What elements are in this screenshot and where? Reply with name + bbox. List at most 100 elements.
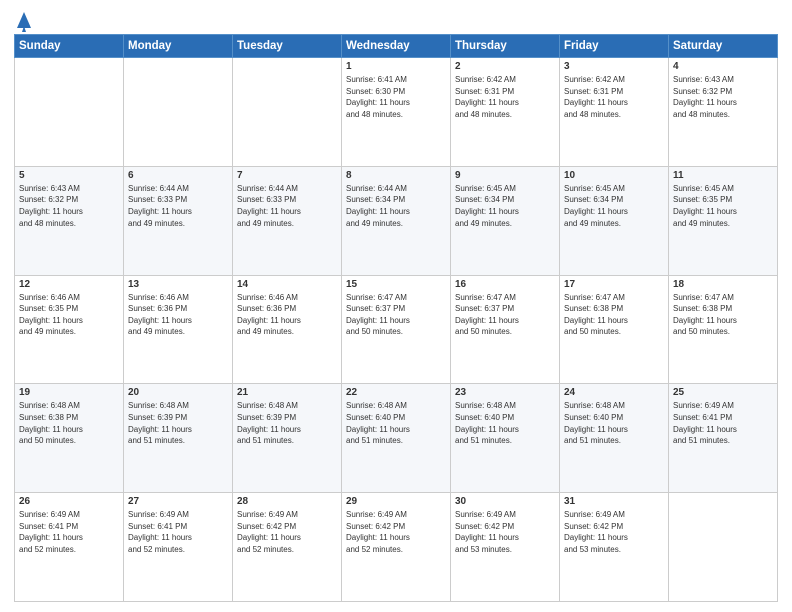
calendar-cell: 29 Sunrise: 6:49 AMSunset: 6:42 PMDayligh… — [342, 493, 451, 602]
calendar-cell: 18 Sunrise: 6:47 AMSunset: 6:38 PMDayligh… — [669, 275, 778, 384]
day-number: 3 — [564, 61, 664, 72]
calendar-header-row: SundayMondayTuesdayWednesdayThursdayFrid… — [15, 35, 778, 58]
calendar-cell: 21Sunrise: 6:48 AMSunset: 6:39 PMDayligh… — [233, 384, 342, 493]
calendar-cell: 17 Sunrise: 6:47 AMSunset: 6:38 PMDayligh… — [560, 275, 669, 384]
day-info: Sunrise: 6:45 AMSunset: 6:35 PMDaylight:… — [673, 183, 773, 229]
calendar-cell: 19 Sunrise: 6:48 AMSunset: 6:38 PMDayligh… — [15, 384, 124, 493]
day-info: Sunrise: 6:44 AMSunset: 6:34 PMDaylight:… — [346, 183, 446, 229]
day-info: Sunrise: 6:48 AMSunset: 6:40 PMDaylight:… — [346, 400, 446, 446]
calendar-cell — [233, 58, 342, 167]
calendar-dow-wednesday: Wednesday — [342, 35, 451, 58]
calendar-cell: 10 Sunrise: 6:45 AMSunset: 6:34 PMDayligh… — [560, 166, 669, 275]
day-info: Sunrise: 6:43 AMSunset: 6:32 PMDaylight:… — [19, 183, 119, 229]
calendar-cell: 4Sunrise: 6:43 AMSunset: 6:32 PMDaylight… — [669, 58, 778, 167]
day-number: 30 — [455, 496, 555, 507]
calendar-cell: 6 Sunrise: 6:44 AMSunset: 6:33 PMDaylight… — [124, 166, 233, 275]
day-number: 23 — [455, 387, 555, 398]
logo-icon — [15, 10, 33, 32]
day-info: Sunrise: 6:47 AMSunset: 6:38 PMDaylight:… — [564, 292, 664, 338]
day-number: 12 — [19, 279, 119, 290]
calendar-cell: 2 Sunrise: 6:42 AMSunset: 6:31 PMDaylight… — [451, 58, 560, 167]
day-info: Sunrise: 6:49 AMSunset: 6:41 PMDaylight:… — [128, 509, 228, 555]
calendar-dow-saturday: Saturday — [669, 35, 778, 58]
calendar-dow-friday: Friday — [560, 35, 669, 58]
calendar-cell: 25 Sunrise: 6:49 AMSunset: 6:41 PMDayligh… — [669, 384, 778, 493]
day-info: Sunrise: 6:48 AMSunset: 6:40 PMDaylight:… — [455, 400, 555, 446]
day-number: 22 — [346, 387, 446, 398]
calendar-cell: 27 Sunrise: 6:49 AMSunset: 6:41 PMDayligh… — [124, 493, 233, 602]
day-info: Sunrise: 6:41 AMSunset: 6:30 PMDaylight:… — [346, 74, 446, 120]
day-number: 26 — [19, 496, 119, 507]
calendar-cell: 1 Sunrise: 6:41 AMSunset: 6:30 PMDaylight… — [342, 58, 451, 167]
calendar-cell: 22 Sunrise: 6:48 AMSunset: 6:40 PMDayligh… — [342, 384, 451, 493]
day-number: 17 — [564, 279, 664, 290]
day-info: Sunrise: 6:47 AMSunset: 6:37 PMDaylight:… — [455, 292, 555, 338]
day-info: Sunrise: 6:46 AMSunset: 6:36 PMDaylight:… — [128, 292, 228, 338]
day-info: Sunrise: 6:46 AMSunset: 6:36 PMDaylight:… — [237, 292, 337, 338]
day-number: 20 — [128, 387, 228, 398]
calendar-cell: 13 Sunrise: 6:46 AMSunset: 6:36 PMDayligh… — [124, 275, 233, 384]
day-info: Sunrise: 6:49 AMSunset: 6:41 PMDaylight:… — [673, 400, 773, 446]
day-number: 11 — [673, 170, 773, 181]
day-number: 21 — [237, 387, 337, 398]
day-info: Sunrise: 6:48 AMSunset: 6:40 PMDaylight:… — [564, 400, 664, 446]
calendar-cell: 11 Sunrise: 6:45 AMSunset: 6:35 PMDayligh… — [669, 166, 778, 275]
day-number: 13 — [128, 279, 228, 290]
day-info: Sunrise: 6:42 AMSunset: 6:31 PMDaylight:… — [564, 74, 664, 120]
header — [14, 10, 778, 28]
calendar-cell: 31 Sunrise: 6:49 AMSunset: 6:42 PMDayligh… — [560, 493, 669, 602]
day-info: Sunrise: 6:48 AMSunset: 6:39 PMDaylight:… — [128, 400, 228, 446]
calendar-cell: 23 Sunrise: 6:48 AMSunset: 6:40 PMDayligh… — [451, 384, 560, 493]
day-number: 10 — [564, 170, 664, 181]
day-number: 18 — [673, 279, 773, 290]
day-info: Sunrise: 6:49 AMSunset: 6:42 PMDaylight:… — [346, 509, 446, 555]
calendar-dow-thursday: Thursday — [451, 35, 560, 58]
calendar-cell: 20 Sunrise: 6:48 AMSunset: 6:39 PMDayligh… — [124, 384, 233, 493]
calendar-week-row: 5 Sunrise: 6:43 AMSunset: 6:32 PMDaylight… — [15, 166, 778, 275]
calendar-week-row: 19 Sunrise: 6:48 AMSunset: 6:38 PMDayligh… — [15, 384, 778, 493]
day-info: Sunrise: 6:47 AMSunset: 6:38 PMDaylight:… — [673, 292, 773, 338]
day-info: Sunrise: 6:49 AMSunset: 6:41 PMDaylight:… — [19, 509, 119, 555]
day-info: Sunrise: 6:43 AMSunset: 6:32 PMDaylight:… — [673, 74, 773, 120]
calendar-cell: 24 Sunrise: 6:48 AMSunset: 6:40 PMDayligh… — [560, 384, 669, 493]
day-info: Sunrise: 6:42 AMSunset: 6:31 PMDaylight:… — [455, 74, 555, 120]
day-number: 16 — [455, 279, 555, 290]
calendar-cell: 28Sunrise: 6:49 AMSunset: 6:42 PMDayligh… — [233, 493, 342, 602]
day-number: 1 — [346, 61, 446, 72]
day-number: 6 — [128, 170, 228, 181]
day-number: 14 — [237, 279, 337, 290]
day-number: 7 — [237, 170, 337, 181]
day-number: 24 — [564, 387, 664, 398]
day-number: 2 — [455, 61, 555, 72]
day-info: Sunrise: 6:49 AMSunset: 6:42 PMDaylight:… — [564, 509, 664, 555]
calendar-cell: 15Sunrise: 6:47 AMSunset: 6:37 PMDayligh… — [342, 275, 451, 384]
calendar-week-row: 1 Sunrise: 6:41 AMSunset: 6:30 PMDaylight… — [15, 58, 778, 167]
day-info: Sunrise: 6:45 AMSunset: 6:34 PMDaylight:… — [564, 183, 664, 229]
day-number: 31 — [564, 496, 664, 507]
calendar-cell: 12Sunrise: 6:46 AMSunset: 6:35 PMDayligh… — [15, 275, 124, 384]
day-number: 27 — [128, 496, 228, 507]
page: SundayMondayTuesdayWednesdayThursdayFrid… — [0, 0, 792, 612]
calendar-cell: 8 Sunrise: 6:44 AMSunset: 6:34 PMDaylight… — [342, 166, 451, 275]
calendar-dow-monday: Monday — [124, 35, 233, 58]
calendar-cell — [15, 58, 124, 167]
day-number: 28 — [237, 496, 337, 507]
day-number: 15 — [346, 279, 446, 290]
calendar-week-row: 12Sunrise: 6:46 AMSunset: 6:35 PMDayligh… — [15, 275, 778, 384]
day-info: Sunrise: 6:48 AMSunset: 6:38 PMDaylight:… — [19, 400, 119, 446]
logo — [14, 10, 33, 28]
calendar-cell — [669, 493, 778, 602]
day-number: 19 — [19, 387, 119, 398]
calendar-cell: 3 Sunrise: 6:42 AMSunset: 6:31 PMDaylight… — [560, 58, 669, 167]
day-number: 5 — [19, 170, 119, 181]
day-number: 8 — [346, 170, 446, 181]
calendar-cell: 16 Sunrise: 6:47 AMSunset: 6:37 PMDayligh… — [451, 275, 560, 384]
calendar-cell: 26 Sunrise: 6:49 AMSunset: 6:41 PMDayligh… — [15, 493, 124, 602]
day-info: Sunrise: 6:44 AMSunset: 6:33 PMDaylight:… — [237, 183, 337, 229]
calendar-week-row: 26 Sunrise: 6:49 AMSunset: 6:41 PMDayligh… — [15, 493, 778, 602]
day-number: 25 — [673, 387, 773, 398]
day-number: 29 — [346, 496, 446, 507]
day-info: Sunrise: 6:44 AMSunset: 6:33 PMDaylight:… — [128, 183, 228, 229]
day-info: Sunrise: 6:45 AMSunset: 6:34 PMDaylight:… — [455, 183, 555, 229]
calendar-dow-sunday: Sunday — [15, 35, 124, 58]
